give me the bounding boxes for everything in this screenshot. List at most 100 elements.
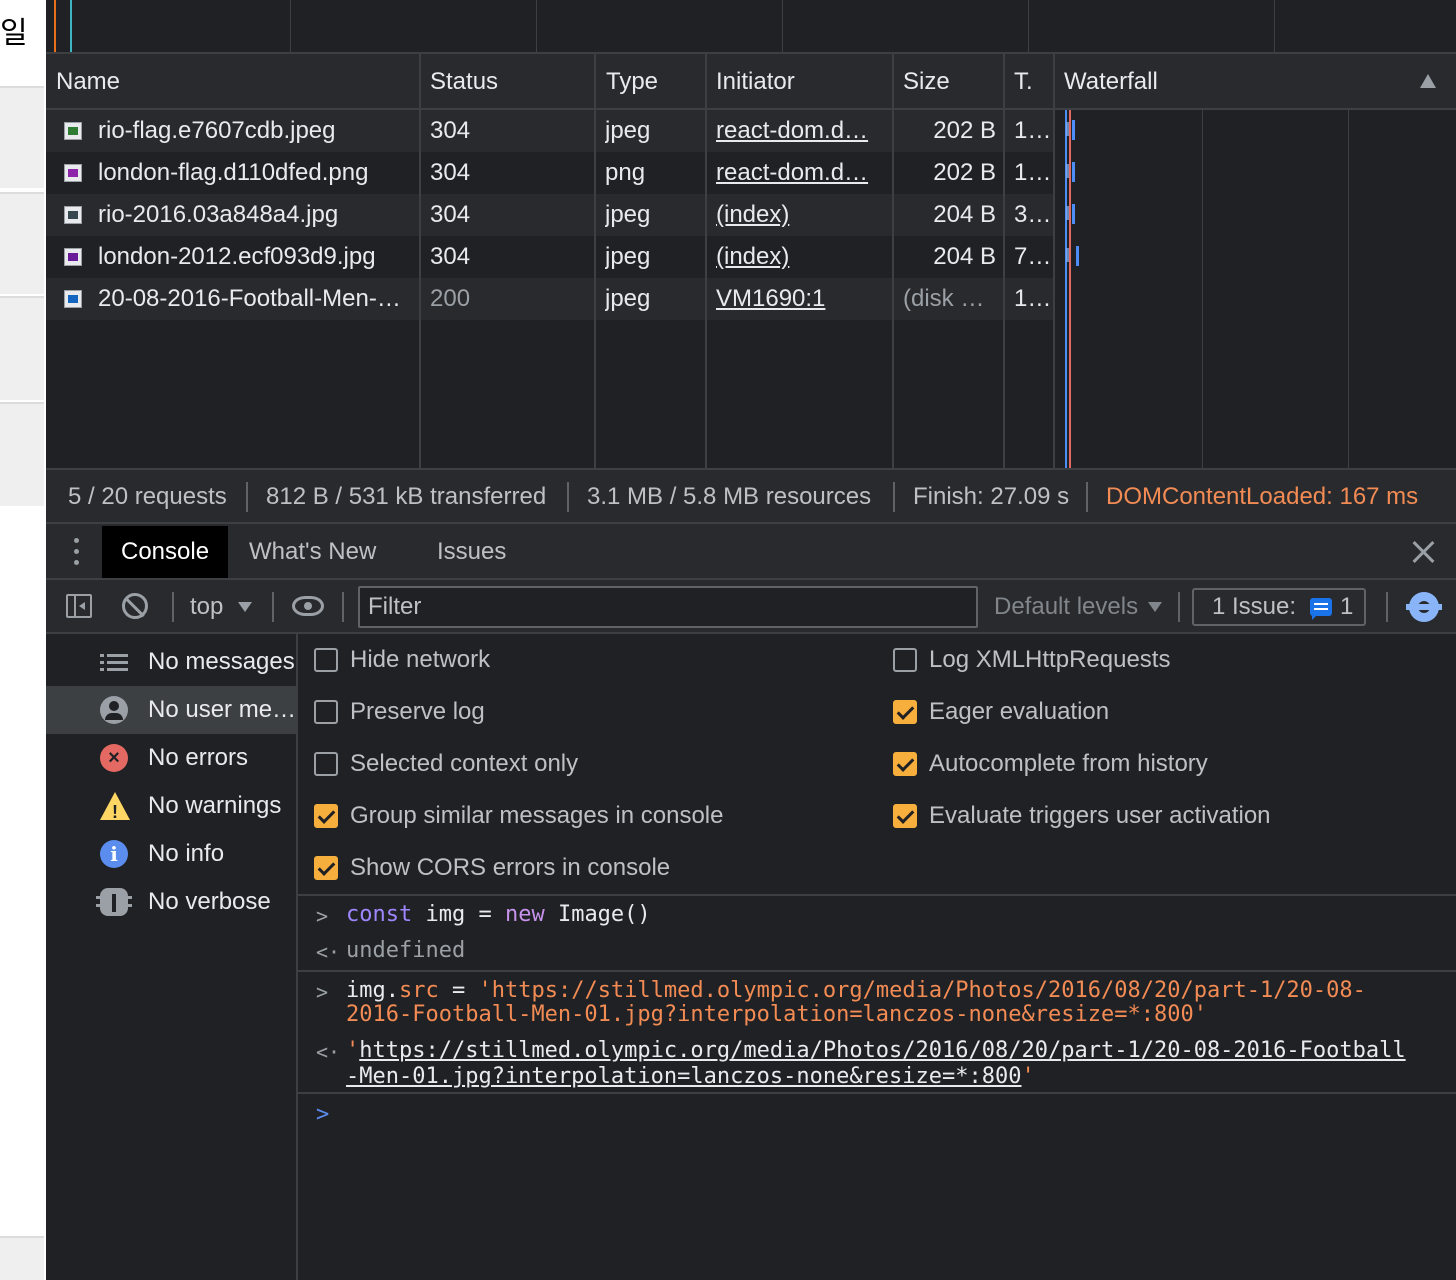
request-initiator[interactable]: VM1690:1 xyxy=(716,278,886,320)
code-text: img = xyxy=(412,902,505,927)
filter-input[interactable]: Filter xyxy=(358,586,978,628)
issues-counter-button[interactable]: 1 Issue: 1 xyxy=(1192,588,1366,626)
sidebar-item-user-messages[interactable]: No user me… xyxy=(46,686,296,734)
waterfall-bar xyxy=(1066,122,1069,136)
request-name: 20-08-2016-Football-Men-… xyxy=(98,285,401,312)
url-link[interactable]: https://stillmed.olympic.org/media/Photo… xyxy=(359,1038,1405,1063)
column-header-initiator[interactable]: Initiator xyxy=(706,54,892,108)
request-initiator[interactable]: (index) xyxy=(716,236,886,278)
request-type: jpeg xyxy=(605,117,651,144)
column-separator[interactable] xyxy=(705,54,707,468)
sidebar-item-messages[interactable]: No messages xyxy=(46,638,296,686)
sidebar-item-errors[interactable]: × No errors xyxy=(46,734,296,782)
checkbox[interactable] xyxy=(314,700,338,724)
request-status: 200 xyxy=(430,285,471,312)
checkbox-checked[interactable] xyxy=(314,856,338,880)
column-header-type[interactable]: Type xyxy=(596,54,704,108)
checkbox[interactable] xyxy=(893,648,917,672)
live-expression-eye-icon[interactable] xyxy=(292,596,324,616)
chevron-down-icon[interactable] xyxy=(1148,602,1162,612)
console-toolbar: top Filter Default levels 1 Issue: 1 xyxy=(46,580,1456,634)
result-arrow-icon: <· xyxy=(316,940,341,964)
waterfall-bar xyxy=(1072,204,1075,224)
network-summary-bar: 5 / 20 requests 812 B / 531 kB transferr… xyxy=(46,468,1456,524)
sidebar-item-label: No errors xyxy=(148,744,249,771)
request-initiator[interactable]: (index) xyxy=(716,194,886,236)
request-status: 304 xyxy=(430,243,471,270)
page-band xyxy=(0,86,44,188)
table-row[interactable]: rio-2016.03a848a4.jpg 304 jpeg (index) 2… xyxy=(46,194,1054,236)
sidebar-item-warnings[interactable]: ! No warnings xyxy=(46,782,296,830)
context-value: top xyxy=(190,593,224,620)
bug-icon xyxy=(96,888,132,916)
devtools-panel: Name Status Type Initiator Size T. Water… xyxy=(46,0,1456,1280)
console-settings-gear-icon[interactable] xyxy=(1406,592,1442,622)
checkbox[interactable] xyxy=(314,752,338,776)
checkbox-checked[interactable] xyxy=(893,752,917,776)
column-header-size[interactable]: Size xyxy=(893,54,1003,108)
close-drawer-icon[interactable] xyxy=(1410,538,1438,566)
column-separator[interactable] xyxy=(594,54,596,468)
checkbox-checked[interactable] xyxy=(314,804,338,828)
overview-gridline xyxy=(1028,0,1029,52)
request-name: rio-flag.e7607cdb.jpeg xyxy=(98,117,336,144)
more-tools-menu-icon[interactable] xyxy=(74,538,80,568)
table-row[interactable]: 20-08-2016-Football-Men-… 200 jpeg VM169… xyxy=(46,278,1054,320)
table-row[interactable]: london-flag.d110dfed.png 304 png react-d… xyxy=(46,152,1054,194)
table-row[interactable]: london-2012.ecf093d9.jpg 304 jpeg (index… xyxy=(46,236,1054,278)
list-icon xyxy=(100,648,128,676)
sidebar-item-label: No user me… xyxy=(148,696,296,723)
table-row[interactable]: rio-flag.e7607cdb.jpeg 304 jpeg react-do… xyxy=(46,110,1054,152)
log-levels-dropdown[interactable]: Default levels xyxy=(994,580,1138,634)
checkbox-checked[interactable] xyxy=(893,700,917,724)
setting-label: Preserve log xyxy=(350,698,485,725)
column-header-waterfall[interactable]: Waterfall xyxy=(1054,54,1414,108)
sidebar-item-label: No warnings xyxy=(148,792,282,819)
summary-divider xyxy=(246,482,248,512)
checkbox-checked[interactable] xyxy=(893,804,917,828)
issues-count: 1 xyxy=(1340,593,1354,620)
page-band xyxy=(0,1236,44,1280)
request-time: 7… xyxy=(1014,243,1052,270)
request-size: 204 B xyxy=(933,201,996,228)
request-type: jpeg xyxy=(605,201,651,228)
request-initiator[interactable]: react-dom.d… xyxy=(716,110,886,152)
show-sidebar-icon[interactable] xyxy=(66,594,92,618)
column-header-status[interactable]: Status xyxy=(420,54,594,108)
column-separator[interactable] xyxy=(1053,54,1055,468)
load-marker xyxy=(70,0,72,52)
checkbox[interactable] xyxy=(314,648,338,672)
context-selector[interactable]: top xyxy=(190,580,223,634)
summary-finish: Finish: 27.09 s xyxy=(913,483,1070,510)
tab-issues[interactable]: Issues xyxy=(418,526,525,578)
sidebar-item-info[interactable]: i No info xyxy=(46,830,296,878)
page-band xyxy=(0,192,44,294)
table-header: Name Status Type Initiator Size T. Water… xyxy=(46,54,1456,110)
column-separator[interactable] xyxy=(419,54,421,468)
toolbar-divider xyxy=(1386,592,1388,622)
image-file-icon xyxy=(64,122,82,140)
request-time: 1… xyxy=(1014,117,1052,144)
request-initiator[interactable]: react-dom.d… xyxy=(716,152,886,194)
url-link[interactable]: -Men-01.jpg?interpolation=lanczos-none&r… xyxy=(346,1064,1022,1089)
tab-whats-new[interactable]: What's New xyxy=(230,526,395,578)
request-type: jpeg xyxy=(605,285,651,312)
sort-ascending-icon[interactable] xyxy=(1420,74,1436,88)
result-arrow-icon: <· xyxy=(316,1040,341,1064)
column-header-time[interactable]: T. xyxy=(1004,54,1054,108)
quote: ' xyxy=(346,1038,360,1063)
console-sidebar: No messages No user me… × No errors ! No… xyxy=(46,634,298,1280)
summary-resources: 3.1 MB / 5.8 MB resources xyxy=(587,483,872,510)
chevron-down-icon[interactable] xyxy=(238,602,252,612)
code-text: img. xyxy=(346,978,399,1003)
sidebar-item-verbose[interactable]: No verbose xyxy=(46,878,296,926)
clear-console-icon[interactable] xyxy=(122,593,148,619)
tab-console[interactable]: Console xyxy=(102,526,229,578)
waterfall-bar xyxy=(1072,120,1075,140)
column-header-name[interactable]: Name xyxy=(46,54,420,108)
column-separator[interactable] xyxy=(1003,54,1005,468)
network-overview[interactable] xyxy=(46,0,1456,54)
column-separator[interactable] xyxy=(892,54,894,468)
request-status: 304 xyxy=(430,201,471,228)
console-prompt-area[interactable]: > xyxy=(298,1096,1456,1280)
